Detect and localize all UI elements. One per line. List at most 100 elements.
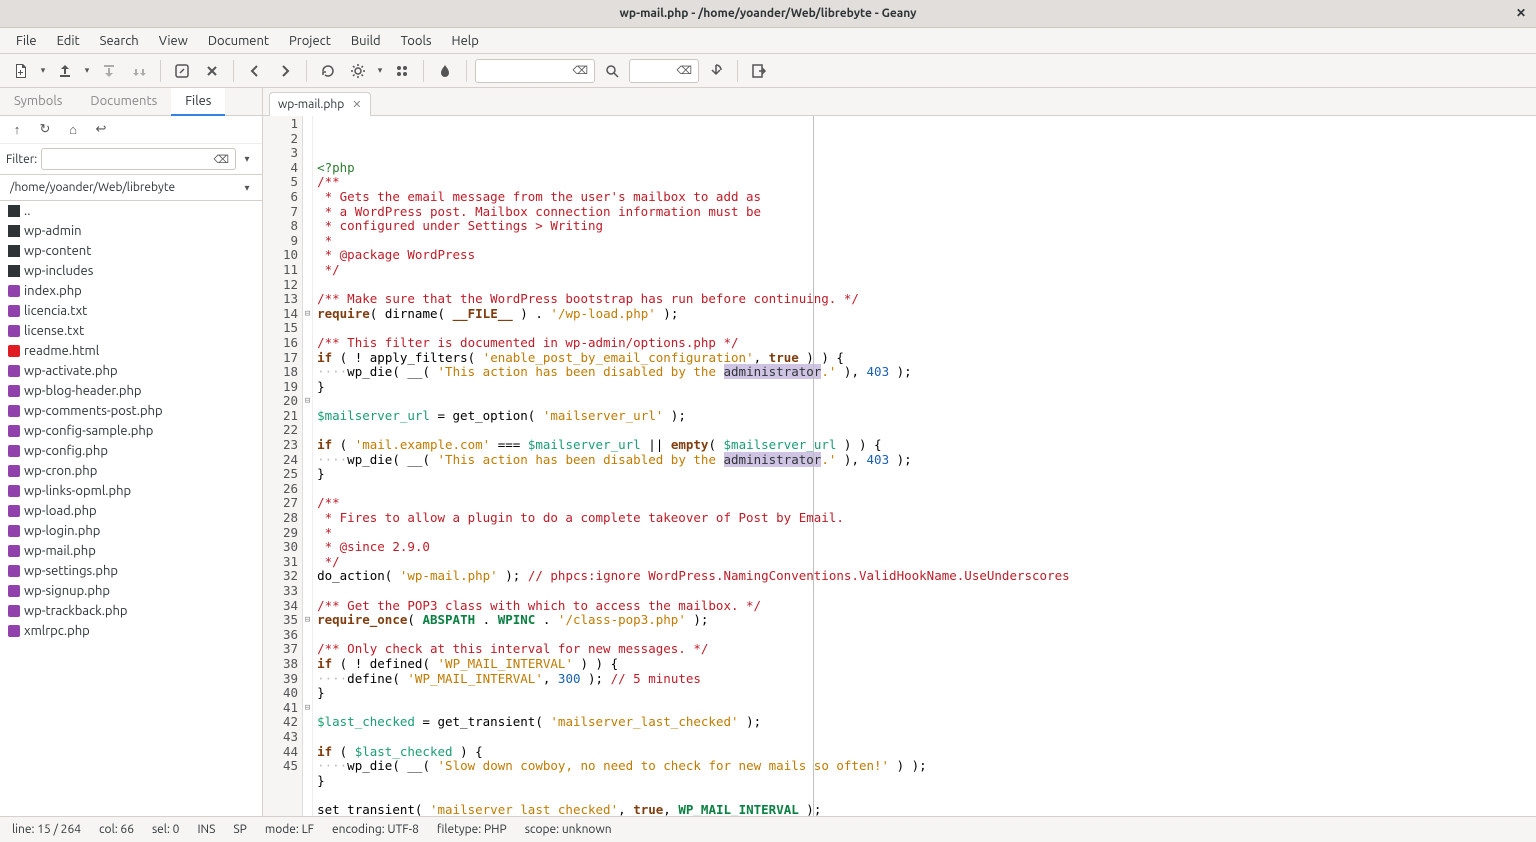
sidebar: SymbolsDocumentsFiles ↑ ↻ ⌂ ↩ Filter: ⌫ … [0,88,263,816]
menu-help[interactable]: Help [442,31,489,51]
file-item[interactable]: wp-trackback.php [0,601,262,621]
goto-field[interactable]: ⌫ [629,59,699,83]
search-field[interactable]: ⌫ [475,59,595,83]
file-item-label: wp-mail.php [24,544,96,558]
file-item-label: .. [24,204,30,218]
goto-button[interactable] [701,57,731,85]
file-item[interactable]: wp-cron.php [0,461,262,481]
compile-button[interactable] [313,57,343,85]
sidebar-tab-documents[interactable]: Documents [76,88,171,115]
nav-refresh-icon[interactable]: ↻ [36,122,54,137]
file-item[interactable]: wp-mail.php [0,541,262,561]
new-file-dropdown[interactable]: ▾ [36,65,50,76]
sidebar-tab-symbols[interactable]: Symbols [0,88,76,115]
file-item[interactable]: wp-links-opml.php [0,481,262,501]
menu-build[interactable]: Build [341,31,391,51]
toolbar-separator [233,60,234,82]
file-item[interactable]: wp-admin [0,221,262,241]
folder-icon [8,245,20,257]
status-filetype: filetype: PHP [437,823,507,836]
save-button[interactable] [94,57,124,85]
line-gutter: 1 2 3 4 5 6 7 8 9 10 11 12 13 14 15 16 1… [263,116,303,816]
close-file-button[interactable] [197,57,227,85]
clear-search-icon[interactable]: ⌫ [570,64,590,77]
nav-forward-button[interactable] [270,57,300,85]
file-item[interactable]: wp-load.php [0,501,262,521]
txt-icon [8,305,20,317]
file-item[interactable]: wp-activate.php [0,361,262,381]
open-file-button[interactable] [50,57,80,85]
filter-dropdown[interactable]: ▾ [238,153,256,165]
reload-button[interactable] [167,57,197,85]
file-list[interactable]: .. wp-adminwp-contentwp-includes index.php… [0,201,262,816]
menu-file[interactable]: File [6,31,47,51]
menu-project[interactable]: Project [279,31,341,51]
filter-label: Filter: [6,153,37,166]
file-item[interactable]: xmlrpc.php [0,621,262,641]
menu-view[interactable]: View [149,31,198,51]
file-item[interactable]: wp-settings.php [0,561,262,581]
clear-goto-icon[interactable]: ⌫ [674,64,694,77]
goto-input[interactable] [634,64,674,78]
sidebar-tabs: SymbolsDocumentsFiles [0,88,262,116]
build-dropdown[interactable]: ▾ [373,65,387,76]
file-item[interactable]: wp-config-sample.php [0,421,262,441]
menubar: FileEditSearchViewDocumentProjectBuildTo… [0,28,1536,54]
file-item[interactable]: wp-includes [0,261,262,281]
path-value[interactable]: /home/yoander/Web/librebyte [6,179,238,196]
folder-icon [8,265,20,277]
editor-tab-active[interactable]: wp-mail.php ✕ [269,92,371,116]
save-all-button[interactable] [124,57,154,85]
status-sel: sel: 0 [152,823,179,836]
file-item[interactable]: license.txt [0,321,262,341]
find-button[interactable] [597,57,627,85]
file-item[interactable]: index.php [0,281,262,301]
file-item[interactable]: wp-config.php [0,441,262,461]
nav-back-button[interactable] [240,57,270,85]
fold-column[interactable]: ⊟ ⊟ ⊟ ⊟ [303,116,313,816]
open-file-dropdown[interactable]: ▾ [80,65,94,76]
file-item-label: wp-links-opml.php [24,484,131,498]
php-icon [8,385,20,397]
file-item-label: wp-cron.php [24,464,97,478]
menu-search[interactable]: Search [90,31,149,51]
file-item-label: index.php [24,284,82,298]
file-item[interactable]: wp-content [0,241,262,261]
run-button[interactable] [387,57,417,85]
code-view[interactable]: 1 2 3 4 5 6 7 8 9 10 11 12 13 14 15 16 1… [263,116,1536,816]
filter-field[interactable]: ⌫ [41,148,236,170]
file-item-label: wp-trackback.php [24,604,128,618]
search-input[interactable] [480,64,570,78]
php-icon [8,425,20,437]
file-item[interactable]: .. [0,201,262,221]
code-content[interactable]: <?php/** * Gets the email message from t… [313,116,1536,816]
new-file-button[interactable] [6,57,36,85]
build-button[interactable] [343,57,373,85]
file-item[interactable]: licencia.txt [0,301,262,321]
sidebar-filter: Filter: ⌫ ▾ [0,144,262,175]
file-item-label: wp-activate.php [24,364,118,378]
menu-tools[interactable]: Tools [391,31,442,51]
close-tab-icon[interactable]: ✕ [352,98,361,111]
clear-filter-icon[interactable]: ⌫ [211,153,231,166]
status-ins: INS [197,823,215,836]
sidebar-tab-files[interactable]: Files [171,88,225,116]
filter-input[interactable] [46,152,211,166]
close-window-button[interactable]: ✕ [1514,6,1528,20]
menu-document[interactable]: Document [198,31,279,51]
file-item[interactable]: readme.html [0,341,262,361]
file-item[interactable]: wp-blog-header.php [0,381,262,401]
nav-up-icon[interactable]: ↑ [8,122,26,137]
php-icon [8,525,20,537]
file-item[interactable]: wp-signup.php [0,581,262,601]
path-dropdown[interactable]: ▾ [238,182,256,194]
color-picker-button[interactable] [430,57,460,85]
nav-home-icon[interactable]: ⌂ [64,122,82,137]
file-item-label: wp-comments-post.php [24,404,163,418]
nav-jump-icon[interactable]: ↩ [92,122,110,137]
php-icon [8,505,20,517]
quit-button[interactable] [744,57,774,85]
file-item[interactable]: wp-login.php [0,521,262,541]
menu-edit[interactable]: Edit [47,31,90,51]
file-item[interactable]: wp-comments-post.php [0,401,262,421]
